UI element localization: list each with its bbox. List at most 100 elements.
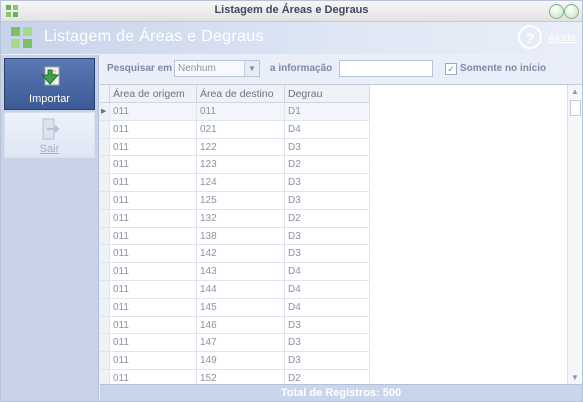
cell-step: D3 <box>285 174 370 192</box>
cell-origin: 011 <box>110 120 197 139</box>
exit-door-icon <box>42 118 60 140</box>
cell-step: D3 <box>285 227 370 246</box>
row-indicator[interactable]: ▶ <box>100 103 110 121</box>
table-row[interactable]: ▶ 011 011 D1 <box>100 103 370 121</box>
table-row[interactable]: 011 142 D3 <box>100 245 370 264</box>
only-start-label[interactable]: Somente no início <box>460 63 546 74</box>
cell-destination: 145 <box>197 298 285 317</box>
cell-step: D4 <box>285 263 370 281</box>
row-indicator[interactable] <box>100 227 110 246</box>
cell-step: D4 <box>285 281 370 299</box>
help-label: Ajuda <box>548 32 577 44</box>
vertical-scrollbar[interactable]: ▲ ▼ <box>567 85 582 385</box>
column-header-step[interactable]: Degrau <box>285 85 370 103</box>
cell-step: D4 <box>285 298 370 317</box>
row-indicator[interactable] <box>100 209 110 228</box>
window-title: Listagem de Áreas e Degraus <box>214 4 369 16</box>
column-header-origin[interactable]: Área de origem <box>110 85 197 103</box>
import-label: Importar <box>29 93 70 105</box>
table-row[interactable]: 011 138 D3 <box>100 227 370 246</box>
row-indicator[interactable] <box>100 334 110 353</box>
cell-destination: 142 <box>197 245 285 264</box>
cell-step: D3 <box>285 316 370 335</box>
row-indicator[interactable] <box>100 156 110 175</box>
table-row[interactable]: 011 152 D2 <box>100 370 370 385</box>
table-row[interactable]: 011 147 D3 <box>100 334 370 353</box>
cell-destination: 011 <box>197 103 285 121</box>
table-row[interactable]: 011 124 D3 <box>100 174 370 192</box>
cell-step: D3 <box>285 352 370 370</box>
row-indicator[interactable] <box>100 174 110 192</box>
table-row[interactable]: 011 143 D4 <box>100 263 370 281</box>
help-icon: ? <box>518 25 542 49</box>
cell-destination: 138 <box>197 227 285 246</box>
page-header: Listagem de Áreas e Degraus ? Ajuda <box>1 22 582 54</box>
table-row[interactable]: 011 132 D2 <box>100 209 370 228</box>
cell-origin: 011 <box>110 192 197 210</box>
cell-destination: 125 <box>197 192 285 210</box>
row-indicator[interactable] <box>100 263 110 281</box>
cell-origin: 011 <box>110 138 197 157</box>
cell-step: D3 <box>285 245 370 264</box>
cell-step: D4 <box>285 120 370 139</box>
cell-origin: 011 <box>110 352 197 370</box>
minimize-button[interactable] <box>549 4 564 19</box>
cell-destination: 123 <box>197 156 285 175</box>
scroll-up-icon[interactable]: ▲ <box>568 85 582 99</box>
table-row[interactable]: 011 021 D4 <box>100 120 370 139</box>
search-field-select[interactable]: Nenhum ▼ <box>174 60 260 77</box>
cell-destination: 149 <box>197 352 285 370</box>
scroll-thumb[interactable] <box>570 100 581 116</box>
table-row[interactable]: 011 144 D4 <box>100 281 370 299</box>
cell-origin: 011 <box>110 316 197 335</box>
close-button[interactable] <box>564 4 579 19</box>
cell-origin: 011 <box>110 156 197 175</box>
table-row[interactable]: 011 122 D3 <box>100 138 370 157</box>
scroll-down-icon[interactable]: ▼ <box>568 371 582 385</box>
exit-button[interactable]: Sair <box>4 112 95 158</box>
cell-origin: 011 <box>110 245 197 264</box>
chevron-down-icon[interactable]: ▼ <box>244 61 259 76</box>
cell-origin: 011 <box>110 227 197 246</box>
help-button[interactable]: ? Ajuda <box>518 25 578 51</box>
search-in-label: Pesquisar em <box>107 63 173 74</box>
cell-step: D3 <box>285 192 370 210</box>
cell-step: D2 <box>285 156 370 175</box>
cell-destination: 122 <box>197 138 285 157</box>
row-indicator-header <box>100 85 110 103</box>
cell-step: D3 <box>285 138 370 157</box>
table-row[interactable]: 011 125 D3 <box>100 192 370 210</box>
row-indicator[interactable] <box>100 298 110 317</box>
row-indicator[interactable] <box>100 316 110 335</box>
cell-destination: 124 <box>197 174 285 192</box>
cell-destination: 144 <box>197 281 285 299</box>
import-button[interactable]: Importar <box>4 58 95 110</box>
cell-origin: 011 <box>110 334 197 353</box>
cell-destination: 147 <box>197 334 285 353</box>
row-indicator[interactable] <box>100 370 110 385</box>
cell-destination: 132 <box>197 209 285 228</box>
header-icon <box>11 27 32 48</box>
cell-origin: 011 <box>110 263 197 281</box>
page-title: Listagem de Áreas e Degraus <box>44 28 264 45</box>
cell-destination: 146 <box>197 316 285 335</box>
title-bar: Listagem de Áreas e Degraus <box>1 1 582 22</box>
row-indicator[interactable] <box>100 245 110 264</box>
row-indicator[interactable] <box>100 120 110 139</box>
table-row[interactable]: 011 123 D2 <box>100 156 370 175</box>
cell-origin: 011 <box>110 281 197 299</box>
table-row[interactable]: 011 146 D3 <box>100 316 370 335</box>
row-indicator[interactable] <box>100 352 110 370</box>
row-indicator[interactable] <box>100 138 110 157</box>
table-row[interactable]: 011 145 D4 <box>100 298 370 317</box>
only-start-checkbox[interactable]: ✓ <box>445 63 457 75</box>
search-input[interactable] <box>339 60 433 77</box>
cell-origin: 011 <box>110 370 197 385</box>
row-indicator[interactable] <box>100 192 110 210</box>
total-records: Total de Registros: 500 <box>280 387 402 399</box>
column-header-destination[interactable]: Área de destino <box>197 85 285 103</box>
table-row[interactable]: 011 149 D3 <box>100 352 370 370</box>
app-window: Listagem de Áreas e Degraus Listagem de … <box>0 0 583 402</box>
row-indicator[interactable] <box>100 281 110 299</box>
data-grid: Área de origem Área de destino Degrau ▶ 0… <box>100 84 582 385</box>
